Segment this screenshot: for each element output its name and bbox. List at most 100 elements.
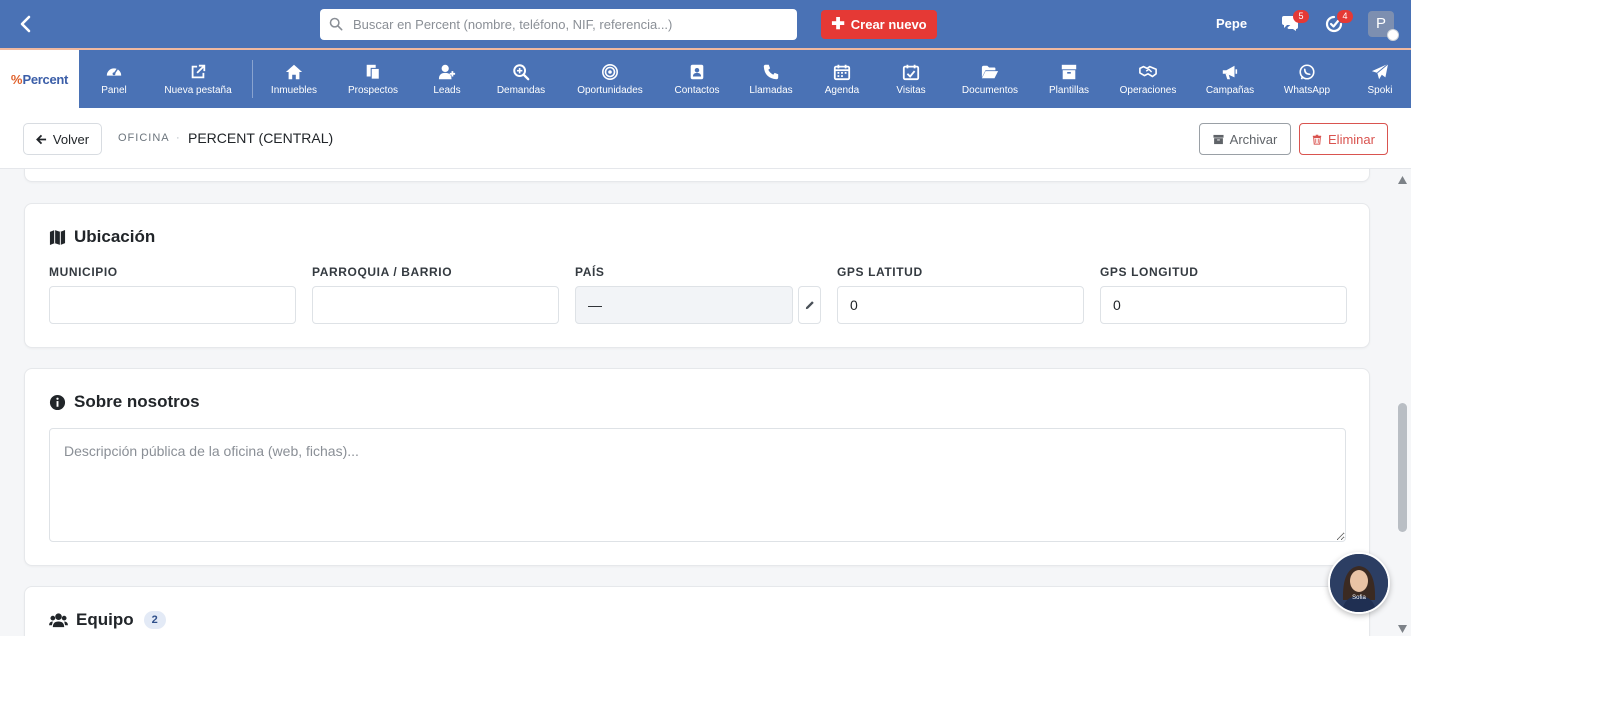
nav-item-visitas[interactable]: Visitas — [891, 50, 931, 108]
municipio-label: MUNICIPIO — [49, 265, 118, 279]
search-input[interactable] — [351, 9, 801, 40]
info-circle-icon — [49, 394, 66, 410]
plus-icon: ✚ — [831, 15, 845, 33]
notifications-icon[interactable]: 4 — [1324, 10, 1353, 34]
equipo-title-text: Equipo — [76, 610, 134, 629]
assistant-label: Sofia — [1352, 595, 1366, 601]
nav-item-contactos[interactable]: Contactos — [670, 50, 724, 108]
eliminar-label: Eliminar — [1328, 131, 1375, 147]
municipio-field[interactable] — [49, 286, 296, 324]
target-icon — [601, 63, 619, 80]
sobre-nosotros-title: Sobre nosotros — [49, 392, 200, 412]
search-plus-icon — [513, 63, 530, 80]
logo-mark: % — [10, 71, 23, 87]
logo-text: Percent — [22, 71, 69, 87]
pais-field[interactable] — [575, 286, 793, 324]
top-bar: ✚ Crear nuevo Pepe 5 4 P — [0, 0, 1411, 48]
nav-item-plantillas[interactable]: Plantillas — [1044, 50, 1094, 108]
sobre-nosotros-title-text: Sobre nosotros — [74, 392, 200, 411]
whatsapp-icon — [1299, 63, 1315, 80]
parroquia-label: PARROQUIA / BARRIO — [312, 265, 453, 279]
breadcrumb-section[interactable]: OFICINA — [118, 132, 170, 144]
create-new-label: Crear nuevo — [850, 17, 927, 32]
gps-latitud-label: GPS LATITUD — [837, 265, 923, 279]
pais-label: PAÍS — [575, 265, 605, 279]
messages-icon[interactable]: 5 — [1280, 10, 1309, 34]
volver-label: Volver — [52, 131, 90, 147]
sobre-nosotros-card: Sobre nosotros — [24, 368, 1370, 566]
nav-item-leads[interactable]: Leads — [427, 50, 467, 108]
assistant-portrait-icon — [1330, 554, 1388, 612]
eliminar-button[interactable]: Eliminar — [1299, 123, 1388, 155]
archivar-button[interactable]: Archivar — [1199, 123, 1291, 155]
avatar-initial: P — [1375, 15, 1386, 32]
trash-icon — [1312, 134, 1322, 145]
nav-divider — [252, 60, 253, 98]
equipo-title: Equipo 2 — [49, 610, 166, 630]
nav-label: Panel — [101, 84, 127, 96]
record-header: Volver OFICINA · PERCENT (CENTRAL) Archi… — [0, 108, 1411, 169]
calendar-icon — [833, 64, 851, 80]
pencil-icon — [805, 301, 814, 310]
gps-longitud-field[interactable] — [1100, 286, 1347, 324]
gps-latitud-field[interactable] — [837, 286, 1084, 324]
gauge-icon — [106, 67, 122, 76]
scrollbar-thumb[interactable] — [1398, 403, 1407, 532]
nav-label: Leads — [433, 84, 461, 96]
user-avatar[interactable]: P — [1368, 11, 1399, 41]
nav-item-nueva-pestana[interactable]: Nueva pestaña — [160, 50, 236, 108]
contact-card-icon — [690, 64, 704, 79]
documents-icon — [366, 64, 380, 80]
nav-label: Visitas — [896, 84, 926, 96]
nav-label: Contactos — [674, 84, 720, 96]
parroquia-field[interactable] — [312, 286, 559, 324]
scroll-up-arrow-icon[interactable] — [1397, 172, 1408, 184]
nav-label: Llamadas — [749, 84, 793, 96]
notifications-badge: 4 — [1337, 10, 1353, 23]
nav-item-spoki[interactable]: Spoki — [1362, 50, 1398, 108]
user-plus-icon — [438, 64, 456, 79]
nav-item-prospectos[interactable]: Prospectos — [343, 50, 403, 108]
nav-item-agenda[interactable]: Agenda — [820, 50, 864, 108]
user-name[interactable]: Pepe — [1216, 16, 1247, 31]
scroll-down-arrow-icon[interactable] — [1397, 621, 1408, 633]
nav-label: WhatsApp — [1283, 84, 1331, 96]
archive-icon — [1213, 134, 1224, 144]
assistant-avatar-button[interactable]: Sofia — [1328, 552, 1390, 614]
home-icon — [285, 64, 303, 79]
nav-item-documentos[interactable]: Documentos — [955, 50, 1025, 108]
nav-item-llamadas[interactable]: Llamadas — [746, 50, 796, 108]
nav-item-inmuebles[interactable]: Inmuebles — [266, 50, 322, 108]
nav-item-demandas[interactable]: Demandas — [493, 50, 549, 108]
phone-icon — [763, 64, 779, 79]
nav-item-oportunidades[interactable]: Oportunidades — [572, 50, 648, 108]
ubicacion-title-text: Ubicación — [74, 227, 156, 246]
nav-label: Documentos — [961, 84, 1019, 96]
map-icon — [49, 229, 66, 245]
calendar-check-icon — [902, 64, 920, 80]
app-window: ✚ Crear nuevo Pepe 5 4 P % Percent Panel — [0, 0, 1411, 636]
percent-logo[interactable]: % Percent — [0, 50, 79, 108]
paper-plane-icon — [1371, 63, 1389, 79]
back-arrow-icon[interactable] — [14, 12, 38, 36]
description-textarea[interactable] — [49, 428, 1346, 542]
nav-label: Inmuebles — [270, 84, 318, 96]
messages-badge: 5 — [1293, 10, 1309, 23]
nav-item-campanas[interactable]: Campañas — [1202, 50, 1258, 108]
nav-item-whatsapp[interactable]: WhatsApp — [1280, 50, 1334, 108]
nav-item-panel[interactable]: Panel — [94, 50, 134, 108]
volver-button[interactable]: Volver — [23, 123, 102, 155]
ubicacion-card: Ubicación MUNICIPIO PARROQUIA / BARRIO P… — [24, 203, 1370, 348]
nav-label: Spoki — [1367, 84, 1393, 96]
edit-pais-button[interactable] — [798, 286, 821, 324]
arrow-left-icon — [36, 134, 47, 144]
nav-item-operaciones[interactable]: Operaciones — [1114, 50, 1182, 108]
search-icon — [329, 17, 343, 31]
external-link-icon — [191, 64, 206, 78]
create-new-button[interactable]: ✚ Crear nuevo — [821, 10, 937, 39]
main-navigation: % Percent Panel Nueva pestaña Inmuebles … — [0, 48, 1411, 108]
folder-open-icon — [981, 65, 999, 78]
nav-label: Operaciones — [1119, 84, 1177, 96]
nav-label: Nueva pestaña — [164, 84, 232, 96]
nav-label: Agenda — [824, 84, 860, 96]
